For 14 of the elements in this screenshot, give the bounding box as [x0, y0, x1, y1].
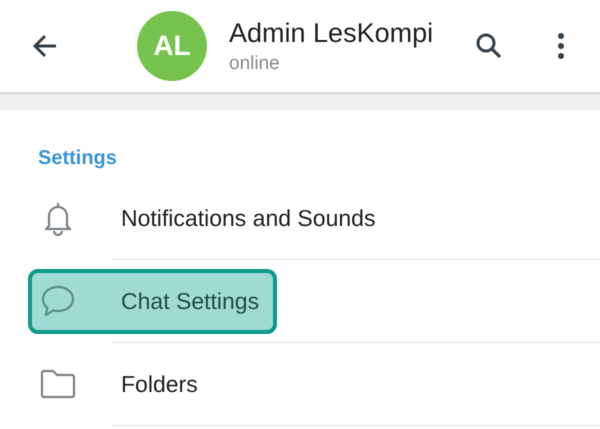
search-button[interactable]: [474, 31, 504, 61]
settings-item[interactable]: Notifications and Sounds: [28, 186, 394, 250]
speech-bubble-icon: [40, 284, 76, 318]
section-title: Settings: [38, 147, 118, 171]
bell-icon: [43, 200, 73, 236]
folder-icon: [40, 369, 76, 399]
highlighted-settings-item[interactable]: Chat Settings: [28, 268, 278, 334]
more-menu-button[interactable]: [556, 31, 566, 61]
online-status: online: [229, 52, 281, 74]
settings-item[interactable]: Folders: [28, 352, 216, 416]
more-icon: [556, 31, 566, 61]
search-icon: [474, 31, 504, 61]
contact-name: Admin LesKompi: [229, 18, 434, 48]
avatar: AL: [137, 11, 207, 81]
